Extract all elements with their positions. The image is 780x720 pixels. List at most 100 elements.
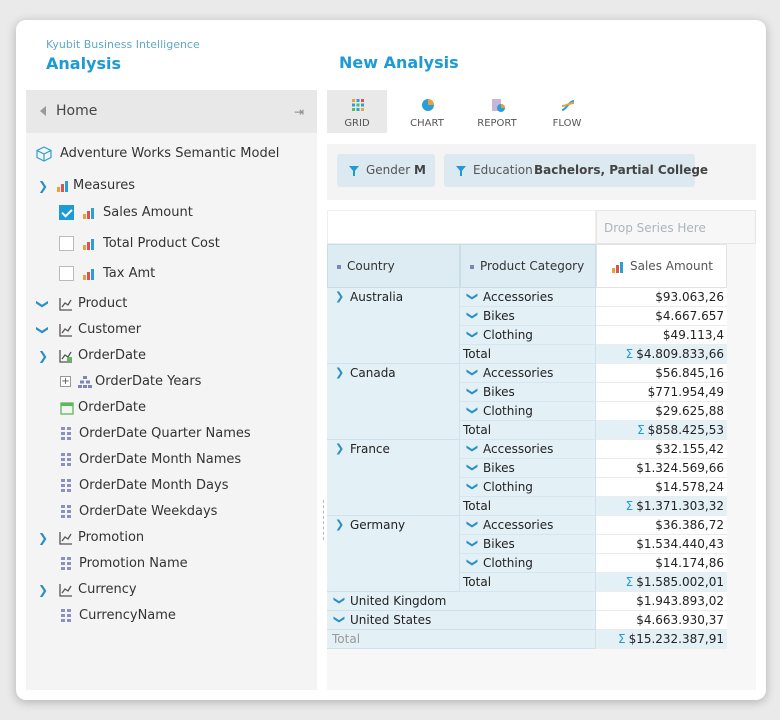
value-cell[interactable]: $1.943.893,02 bbox=[596, 592, 727, 611]
country-cell[interactable]: ❯ France bbox=[327, 440, 460, 516]
chevron-right-icon[interactable]: ❯ bbox=[38, 179, 48, 193]
category-cell[interactable]: ❯ Clothing bbox=[460, 478, 596, 497]
chevron-right-icon[interactable]: ❯ bbox=[38, 531, 48, 545]
category-cell[interactable]: ❯ Accessories bbox=[460, 288, 596, 307]
chevron-right-icon[interactable]: ❯ bbox=[335, 290, 344, 303]
dimension-currency[interactable]: ❯ Currency bbox=[26, 580, 317, 602]
value-cell[interactable]: $93.063,26 bbox=[596, 288, 727, 307]
category-cell[interactable]: ❯ Accessories bbox=[460, 364, 596, 383]
home-nav[interactable]: Home ⇥ bbox=[26, 90, 317, 133]
row-header-product-category[interactable]: Product Category bbox=[460, 244, 596, 288]
country-cell[interactable]: ❯ Canada bbox=[327, 364, 460, 440]
expand-plus-icon[interactable]: + bbox=[60, 376, 71, 387]
category-cell[interactable]: ❯ Clothing bbox=[460, 326, 596, 345]
chevron-down-icon[interactable]: ❯ bbox=[333, 596, 346, 605]
value-cell[interactable]: $1.534.440,43 bbox=[596, 535, 727, 554]
chevron-right-icon[interactable]: ❯ bbox=[38, 349, 48, 363]
chevron-down-icon[interactable]: ❯ bbox=[466, 406, 479, 415]
tab-report[interactable]: REPORT bbox=[467, 90, 527, 133]
value-cell[interactable]: $32.155,42 bbox=[596, 440, 727, 459]
value-cell[interactable]: $49.113,4 bbox=[596, 326, 727, 345]
pin-icon[interactable]: ⇥ bbox=[294, 105, 304, 119]
chevron-down-icon[interactable]: ❯ bbox=[466, 368, 479, 377]
chevron-down-icon[interactable]: ❯ bbox=[466, 387, 479, 396]
attribute-orderdate[interactable]: OrderDate bbox=[26, 398, 317, 420]
value-cell[interactable]: $4.663.930,37 bbox=[596, 611, 727, 630]
value-cell[interactable]: $1.324.569,66 bbox=[596, 459, 727, 478]
row-header-country[interactable]: Country bbox=[327, 244, 460, 288]
chevron-down-icon[interactable]: ❯ bbox=[466, 330, 479, 339]
value-cell[interactable]: $56.845,16 bbox=[596, 364, 727, 383]
sidebar-item-measures[interactable]: ❯ Measures bbox=[26, 176, 317, 198]
category-cell[interactable]: ❯ Bikes bbox=[460, 383, 596, 402]
value-cell[interactable]: $771.954,49 bbox=[596, 383, 727, 402]
subtotal-value-cell[interactable]: Σ $4.809.833,66 bbox=[596, 345, 727, 364]
back-arrow-icon[interactable] bbox=[40, 106, 46, 116]
country-cell[interactable]: ❯ Australia bbox=[327, 288, 460, 364]
chevron-down-icon[interactable]: ❯ bbox=[466, 558, 479, 567]
value-cell[interactable]: $36.386,72 bbox=[596, 516, 727, 535]
country-cell[interactable]: ❯ Germany bbox=[327, 516, 460, 592]
dimension-product[interactable]: ❯ Product bbox=[26, 294, 317, 316]
dimension-promotion[interactable]: ❯ Promotion bbox=[26, 528, 317, 550]
sidebar-item-label: OrderDate bbox=[78, 348, 147, 363]
category-cell[interactable]: ❯ Clothing bbox=[460, 402, 596, 421]
attribute-orderdate-weekdays[interactable]: OrderDate Weekdays bbox=[26, 502, 317, 524]
subtotal-value-cell[interactable]: Σ $1.585.002,01 bbox=[596, 573, 727, 592]
chevron-down-icon[interactable]: ❯ bbox=[466, 292, 479, 301]
category-cell[interactable]: ❯ Bikes bbox=[460, 459, 596, 478]
tab-flow[interactable]: FLOW bbox=[537, 90, 597, 133]
attribute-orderdate-quarter-names[interactable]: OrderDate Quarter Names bbox=[26, 424, 317, 446]
attribute-orderdate-month-days[interactable]: OrderDate Month Days bbox=[26, 476, 317, 498]
attribute-orderdate-month-names[interactable]: OrderDate Month Names bbox=[26, 450, 317, 472]
country-cell-collapsed[interactable]: ❯ United Kingdom bbox=[327, 592, 596, 611]
subtotal-value-cell[interactable]: Σ $858.425,53 bbox=[596, 421, 727, 440]
value-cell[interactable]: $14.578,24 bbox=[596, 478, 727, 497]
chevron-down-icon[interactable]: ❯ bbox=[466, 539, 479, 548]
chevron-down-icon[interactable]: ❯ bbox=[466, 463, 479, 472]
chevron-right-icon[interactable]: ❯ bbox=[38, 583, 48, 597]
chevron-down-icon[interactable]: ❯ bbox=[36, 325, 50, 335]
chevron-right-icon[interactable]: ❯ bbox=[335, 366, 344, 379]
tab-grid[interactable]: GRID bbox=[327, 90, 387, 133]
chevron-down-icon[interactable]: ❯ bbox=[466, 482, 479, 491]
chevron-right-icon[interactable]: ❯ bbox=[335, 518, 344, 531]
attribute-currencyname[interactable]: CurrencyName bbox=[26, 606, 317, 628]
sidebar-item-label: OrderDate Month Days bbox=[79, 478, 229, 493]
dimension-customer[interactable]: ❯ Customer bbox=[26, 320, 317, 342]
chevron-down-icon[interactable]: ❯ bbox=[466, 444, 479, 453]
category-cell[interactable]: ❯ Clothing bbox=[460, 554, 596, 573]
category-cell[interactable]: ❯ Bikes bbox=[460, 307, 596, 326]
grand-total-value-cell[interactable]: Σ $15.232.387,91 bbox=[596, 630, 727, 649]
drop-series-zone[interactable]: Drop Series Here bbox=[596, 210, 756, 244]
home-label[interactable]: Home bbox=[56, 103, 97, 119]
checkbox[interactable] bbox=[59, 205, 74, 220]
subtotal-value-cell[interactable]: Σ $1.371.303,32 bbox=[596, 497, 727, 516]
value-cell[interactable]: $14.174,86 bbox=[596, 554, 727, 573]
dimension-orderdate[interactable]: ❯ OrderDate bbox=[26, 346, 317, 368]
checkbox[interactable] bbox=[59, 236, 74, 251]
chevron-right-icon[interactable]: ❯ bbox=[335, 442, 344, 455]
filter-chip-education[interactable]: Education Bachelors, Partial College bbox=[444, 154, 708, 187]
category-cell[interactable]: ❯ Bikes bbox=[460, 535, 596, 554]
chevron-down-icon[interactable]: ❯ bbox=[466, 520, 479, 529]
panel-resize-handle[interactable] bbox=[323, 500, 326, 540]
hierarchy-orderdate-years[interactable]: + OrderDate Years bbox=[26, 372, 317, 394]
chevron-down-icon[interactable]: ❯ bbox=[333, 615, 346, 624]
country-cell-collapsed[interactable]: ❯ United States bbox=[327, 611, 596, 630]
attribute-promotion-name[interactable]: Promotion Name bbox=[26, 554, 317, 576]
measure-sales-amount[interactable]: Sales Amount bbox=[26, 203, 317, 225]
category-cell[interactable]: ❯ Accessories bbox=[460, 516, 596, 535]
chevron-down-icon[interactable]: ❯ bbox=[36, 299, 50, 309]
measure-total-product-cost[interactable]: Total Product Cost bbox=[26, 234, 317, 256]
category-cell[interactable]: ❯ Accessories bbox=[460, 440, 596, 459]
measure-header-sales-amount[interactable]: Sales Amount bbox=[596, 244, 727, 288]
tab-chart[interactable]: CHART bbox=[397, 90, 457, 133]
chevron-down-icon[interactable]: ❯ bbox=[466, 311, 479, 320]
measure-tax-amt[interactable]: Tax Amt bbox=[26, 264, 317, 286]
filter-chip-gender[interactable]: Gender M bbox=[337, 154, 435, 187]
model-root[interactable]: Adventure Works Semantic Model bbox=[26, 144, 317, 166]
checkbox[interactable] bbox=[59, 266, 74, 281]
value-cell[interactable]: $4.667.657 bbox=[596, 307, 727, 326]
value-cell[interactable]: $29.625,88 bbox=[596, 402, 727, 421]
